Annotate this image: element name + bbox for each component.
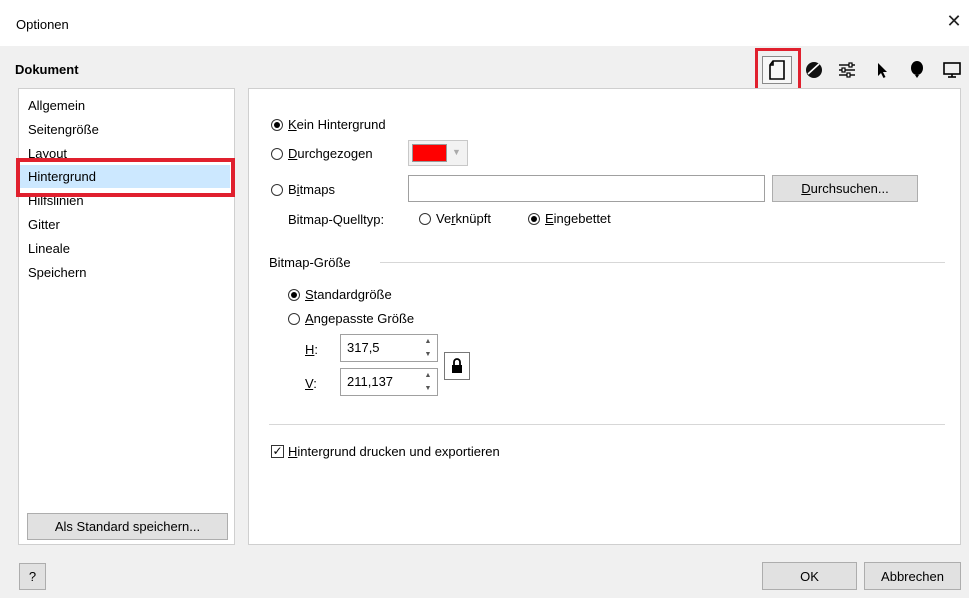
height-decrease-icon[interactable]: ▼ [421,348,435,361]
embedded-key: E [545,211,554,226]
width-stepper[interactable]: 211,137 ▲ ▼ [340,368,438,396]
balloon-icon[interactable] [904,57,930,83]
browse-text: urchsuchen... [810,181,889,196]
page-title: Dokument [15,62,79,77]
standard-size-key: S [305,287,314,302]
linked-rest: knüpft [455,211,491,226]
standard-size-label: Standardgröße [305,287,392,302]
custom-size-key: A [305,311,314,326]
solid-radio[interactable] [271,148,283,160]
sidebar-item-allgemein[interactable]: Allgemein [28,95,85,117]
chevron-down-icon: ▼ [452,147,461,157]
standard-size-radio[interactable] [288,289,300,301]
custom-size-label: Angepasste Größe [305,311,414,326]
no-background-radio[interactable] [271,119,283,131]
title-bar [0,0,969,46]
color-picker-button[interactable]: ▼ [408,140,468,166]
embedded-label: Eingebettet [545,211,611,226]
standard-size-rest: tandardgröße [313,287,392,302]
toolbar-selection-highlight [755,48,801,92]
ok-button[interactable]: OK [762,562,857,590]
sidebar-item-lineale[interactable]: Lineale [28,238,70,260]
embedded-radio[interactable] [528,213,540,225]
bitmaps-rest: tmaps [299,182,335,197]
no-background-key: K [288,117,297,132]
print-export-rest: intergrund drucken und exportieren [297,444,500,459]
linked-label: Verknüpft [436,211,491,226]
custom-size-radio[interactable] [288,313,300,325]
save-as-default-button[interactable]: Als Standard speichern... [27,513,228,540]
browse-button[interactable]: Durchsuchen... [772,175,918,202]
height-increase-icon[interactable]: ▲ [421,335,435,348]
width-colon: : [313,376,317,391]
sidebar-item-gitter[interactable]: Gitter [28,214,60,236]
group-divider [380,262,945,263]
solid-text: urchgezogen [297,146,373,161]
solid-label: Durchgezogen [288,146,373,161]
linked-radio[interactable] [419,213,431,225]
print-export-label: Hintergrund drucken und exportieren [288,444,500,459]
print-export-checkbox[interactable]: ✓ [271,445,284,458]
pointer-icon[interactable] [869,57,895,83]
sidebar-item-seitengroesse[interactable]: Seitengröße [28,119,99,141]
print-export-key: H [288,444,298,459]
width-decrease-icon[interactable]: ▼ [421,382,435,395]
solid-key: D [288,146,298,161]
width-increase-icon[interactable]: ▲ [421,369,435,382]
width-key: V [305,376,314,391]
width-label: V: [305,376,317,391]
window-title: Optionen [16,17,69,32]
sidebar-item-speichern[interactable]: Speichern [28,262,87,284]
color-management-icon[interactable] [801,57,827,83]
height-key: H [305,342,315,357]
cancel-button[interactable]: Abbrechen [864,562,961,590]
linked-pre: Ve [436,211,452,226]
source-type-label: Bitmap-Quelltyp: [288,212,385,227]
sidebar-selection-highlight [16,158,235,197]
bitmaps-radio[interactable] [271,184,283,196]
section-divider [269,424,945,425]
custom-size-rest: ngepasste Größe [313,311,415,326]
bitmap-size-group-label: Bitmap-Größe [269,255,351,270]
embedded-rest: ingebettet [553,211,611,226]
browse-key: D [801,181,811,196]
color-swatch [412,144,447,162]
height-label: H: [305,342,318,357]
bitmaps-pre: B [288,182,297,197]
lock-icon[interactable] [444,352,470,380]
height-stepper[interactable]: 317,5 ▲ ▼ [340,334,438,362]
close-icon[interactable]: ✕ [944,11,964,31]
height-colon: : [314,342,319,357]
monitor-icon[interactable] [939,57,965,83]
bitmaps-label: Bitmaps [288,182,335,197]
no-background-label: Kein Hintergrund [288,117,386,132]
no-background-text: ein Hintergrund [296,117,386,132]
help-button[interactable]: ? [19,563,46,590]
bitmap-path-input[interactable] [408,175,765,202]
settings-sliders-icon[interactable] [834,57,860,83]
